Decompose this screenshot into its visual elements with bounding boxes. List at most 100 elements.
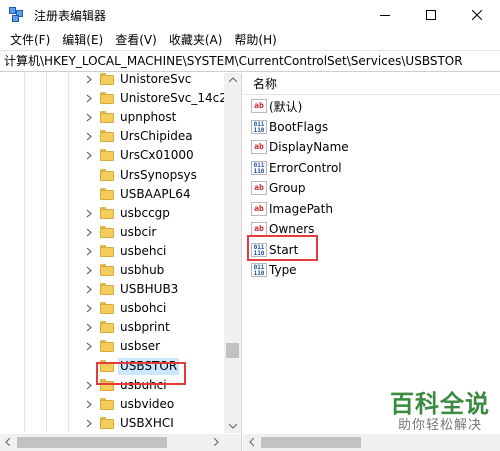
tree-item-label: usbprint xyxy=(120,320,170,335)
expand-chevron-icon[interactable] xyxy=(85,75,93,84)
expand-chevron-icon[interactable] xyxy=(85,228,93,237)
maximize-icon xyxy=(426,10,436,20)
expand-chevron-icon[interactable] xyxy=(85,151,93,160)
expand-chevron-icon[interactable] xyxy=(85,419,93,428)
folder-icon xyxy=(100,225,114,238)
expand-chevron-icon[interactable] xyxy=(85,132,93,141)
tree-item[interactable]: usbvideo xyxy=(0,395,230,414)
tree-item[interactable]: USBAAPL64 xyxy=(0,185,230,204)
folder-icon xyxy=(100,92,114,105)
tree-item[interactable]: USBHUB3 xyxy=(0,280,230,299)
menu-view[interactable]: 查看(V) xyxy=(109,30,163,50)
tree-item[interactable]: USBXHCI xyxy=(0,414,230,433)
expand-chevron-icon[interactable] xyxy=(85,247,93,256)
scroll-right-arrow-icon[interactable] xyxy=(214,438,219,446)
value-row[interactable]: ab DisplayName xyxy=(251,137,349,157)
value-row[interactable]: ab ImagePath xyxy=(251,199,333,219)
menu-bar: 文件(F) 编辑(E) 查看(V) 收藏夹(A) 帮助(H) xyxy=(0,30,500,50)
start-highlight-box xyxy=(247,235,318,261)
close-button[interactable] xyxy=(454,0,500,30)
expand-chevron-icon[interactable] xyxy=(85,209,93,218)
expand-chevron-icon[interactable] xyxy=(85,342,93,351)
folder-icon xyxy=(100,321,114,334)
expand-chevron-icon[interactable] xyxy=(85,323,93,332)
name-column-header[interactable]: 名称 xyxy=(243,73,500,95)
value-row[interactable]: 011 110 Type xyxy=(251,260,297,280)
tree-item[interactable]: usbprint xyxy=(0,318,230,337)
tree-item-label: UrsChipidea xyxy=(120,129,193,144)
folder-icon xyxy=(100,111,114,124)
expand-chevron-icon[interactable] xyxy=(85,304,93,313)
tree-item[interactable]: usbehci xyxy=(0,242,230,261)
tree-item[interactable]: UrsSynopsys xyxy=(0,166,230,185)
address-bar[interactable]: 计算机\HKEY_LOCAL_MACHINE\SYSTEM\CurrentCon… xyxy=(0,50,500,72)
value-name: ErrorControl xyxy=(269,160,342,175)
tree-item-label: usbohci xyxy=(120,301,167,316)
tree-item[interactable]: usbhub xyxy=(0,261,230,280)
value-name: BootFlags xyxy=(269,119,329,134)
folder-icon xyxy=(100,416,114,429)
value-row[interactable]: 011 110 BootFlags xyxy=(251,117,328,137)
tree-item-label: usbcir xyxy=(120,224,157,239)
maximize-button[interactable] xyxy=(408,0,454,30)
tree-item[interactable]: usbohci xyxy=(0,299,230,318)
string-value-icon: ab xyxy=(251,140,267,154)
tree-item[interactable]: upnphost xyxy=(0,108,230,127)
key-tree-pane[interactable]: UnistoreSvc UnistoreSvc_14c20 upnphost UrsC… xyxy=(0,73,242,451)
window-title: 注册表编辑器 xyxy=(34,8,107,23)
expand-chevron-icon[interactable] xyxy=(85,400,93,409)
value-row[interactable]: 011 110 ErrorControl xyxy=(251,158,342,178)
values-horizontal-scrollbar[interactable] xyxy=(243,434,500,451)
values-horizontal-scroll-thumb[interactable] xyxy=(261,437,361,448)
tree-horizontal-scrollbar[interactable] xyxy=(0,434,224,451)
scroll-down-arrow-icon[interactable] xyxy=(229,424,237,429)
tree-item-label: UnistoreSvc xyxy=(120,73,192,86)
string-value-icon: ab xyxy=(251,99,267,113)
menu-help[interactable]: 帮助(H) xyxy=(228,30,282,50)
folder-icon xyxy=(100,283,114,296)
string-value-icon: ab xyxy=(251,222,267,236)
tree-item-label: UrsCx01000 xyxy=(120,148,194,163)
tree-item[interactable]: usbccgp xyxy=(0,204,230,223)
expand-chevron-icon[interactable] xyxy=(85,381,93,390)
menu-file[interactable]: 文件(F) xyxy=(4,30,56,50)
tree-vertical-scroll-thumb[interactable] xyxy=(226,343,239,358)
close-icon xyxy=(472,10,482,20)
tree-item[interactable]: UnistoreSvc xyxy=(0,73,230,89)
expand-chevron-icon[interactable] xyxy=(85,285,93,294)
tree-horizontal-scroll-thumb[interactable] xyxy=(17,437,167,448)
folder-icon xyxy=(100,130,114,143)
minimize-button[interactable] xyxy=(362,0,408,30)
expand-chevron-icon[interactable] xyxy=(85,113,93,122)
value-name: DisplayName xyxy=(269,140,349,154)
scroll-left-arrow-icon[interactable] xyxy=(5,438,10,446)
tree-item[interactable]: usbcir xyxy=(0,223,230,242)
regedit-app-icon xyxy=(9,7,25,23)
tree-item[interactable]: UnistoreSvc_14c20 xyxy=(0,89,235,108)
value-row[interactable]: ab (默认) xyxy=(251,96,302,116)
menu-favorites[interactable]: 收藏夹(A) xyxy=(163,30,229,50)
value-row[interactable]: ab Group xyxy=(251,178,306,198)
tree-vertical-scrollbar[interactable] xyxy=(224,73,241,433)
scroll-up-arrow-icon[interactable] xyxy=(229,77,237,82)
tree-item-label: UrsSynopsys xyxy=(120,167,197,182)
folder-icon xyxy=(100,340,114,353)
tree-item-label: USBXHCI xyxy=(120,415,174,430)
value-name: Group xyxy=(269,181,306,195)
expand-chevron-icon[interactable] xyxy=(85,266,93,275)
folder-icon xyxy=(100,397,114,410)
tree-item[interactable]: UrsChipidea xyxy=(0,127,230,146)
window-controls xyxy=(362,0,500,30)
folder-icon xyxy=(100,73,114,85)
value-name: Type xyxy=(269,263,297,277)
tree-item-label: usbhub xyxy=(120,263,165,277)
expand-chevron-icon[interactable] xyxy=(85,94,93,103)
tree-item-label: usbvideo xyxy=(120,396,175,411)
tree-item[interactable]: UrsCx01000 xyxy=(0,146,230,165)
folder-icon xyxy=(100,187,114,200)
tree-item[interactable]: usbser xyxy=(0,337,230,356)
menu-edit[interactable]: 编辑(E) xyxy=(56,30,109,50)
scroll-left-arrow-icon[interactable] xyxy=(249,438,254,446)
scrollbar-corner xyxy=(224,434,241,451)
title-bar: 注册表编辑器 xyxy=(0,0,500,30)
